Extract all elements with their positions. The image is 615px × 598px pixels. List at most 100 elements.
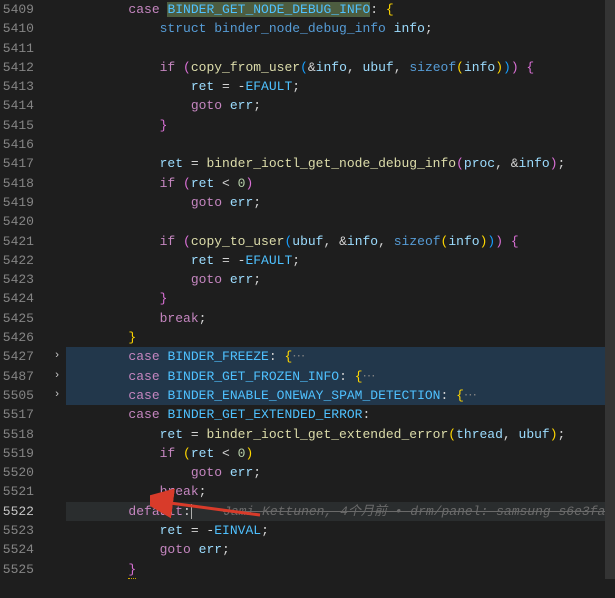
code-line[interactable]: ret = binder_ioctl_get_node_debug_info(p… [66,154,615,173]
fold-spacer [48,540,66,559]
code-token: binder_ioctl_get_extended_error [206,427,448,442]
code-line[interactable]: ret = -EFAULT; [66,77,615,96]
code-token: ⋯ [363,369,376,384]
fold-spacer [48,0,66,19]
code-token: ; [222,542,230,557]
line-number: 5417 [0,154,42,173]
code-token: ( [183,234,191,249]
code-token: thread [456,427,503,442]
code-token: sizeof [409,60,456,75]
code-token: EFAULT [245,79,292,94]
code-line[interactable]: goto err; [66,540,615,559]
code-line[interactable]: break; [66,309,615,328]
line-number: 5410 [0,19,42,38]
fold-spacer [48,289,66,308]
code-line[interactable]: if (copy_from_user(&info, ubuf, sizeof(i… [66,58,615,77]
code-line[interactable]: ret = -EFAULT; [66,251,615,270]
code-line[interactable]: case BINDER_ENABLE_ONEWAY_SPAM_DETECTION… [66,386,615,405]
code-line[interactable]: if (ret < 0) [66,174,615,193]
code-line[interactable]: } [66,328,615,347]
code-token: BINDER_FREEZE [167,349,268,364]
code-token: binder_ioctl_get_node_debug_info [206,156,456,171]
code-line[interactable]: goto err; [66,463,615,482]
code-token: & [308,60,316,75]
code-token: : [339,369,355,384]
code-token: ; [253,465,261,480]
code-token: copy_to_user [191,234,285,249]
code-line[interactable]: case BINDER_GET_NODE_DEBUG_INFO: { [66,0,615,19]
code-token: goto [191,272,230,287]
line-number: 5420 [0,212,42,231]
code-line[interactable]: goto err; [66,270,615,289]
line-number: 5519 [0,444,42,463]
code-token: err [230,195,253,210]
code-token: : [269,349,285,364]
code-line[interactable]: case BINDER_GET_EXTENDED_ERROR: [66,405,615,424]
code-line[interactable]: break; [66,482,615,501]
code-line[interactable] [66,135,615,154]
code-token: binder_node_debug_info [214,21,393,36]
code-token: ret [191,446,214,461]
code-line[interactable]: ret = -EINVAL; [66,521,615,540]
code-line[interactable]: struct binder_node_debug_info info; [66,19,615,38]
fold-spacer [48,39,66,58]
code-line[interactable]: } [66,289,615,308]
code-line[interactable]: } [66,116,615,135]
code-line[interactable]: ret = binder_ioctl_get_extended_error(th… [66,425,615,444]
code-token: ( [300,60,308,75]
code-token: ubuf [519,427,550,442]
code-token: break [160,311,199,326]
fold-gutter[interactable]: ››› [48,0,66,579]
code-token: EFAULT [245,253,292,268]
fold-spacer [48,154,66,173]
line-number: 5425 [0,309,42,328]
code-line[interactable]: if (copy_to_user(ubuf, &info, sizeof(inf… [66,232,615,251]
line-number: 5422 [0,251,42,270]
code-token: : [440,388,456,403]
code-token: { [503,234,519,249]
fold-spacer [48,212,66,231]
code-token [192,504,223,519]
code-token: err [230,98,253,113]
code-token: ) [550,156,558,171]
code-line[interactable]: goto err; [66,193,615,212]
code-line[interactable]: if (ret < 0) [66,444,615,463]
code-token: ; [199,311,207,326]
code-line[interactable] [66,212,615,231]
line-number: 5413 [0,77,42,96]
code-token: { [519,60,535,75]
fold-spacer [48,270,66,289]
code-token: Jami Kettunen, 4个月前 • drm/panel: samsung… [223,504,615,519]
code-line[interactable]: goto err; [66,96,615,115]
fold-spacer [48,463,66,482]
code-token: ⋯ [464,388,477,403]
minimap-thumb[interactable] [605,0,615,579]
code-token: = - [214,79,245,94]
line-number: 5524 [0,540,42,559]
line-number-gutter[interactable]: 5409541054115412541354145415541654175418… [0,0,48,579]
code-line[interactable]: default: Jami Kettunen, 4个月前 • drm/panel… [66,502,615,521]
code-token: ubuf [363,60,394,75]
fold-toggle-icon[interactable]: › [48,386,66,405]
code-token: case [128,369,167,384]
code-token: goto [160,542,199,557]
minimap-scrollbar[interactable] [605,0,615,579]
fold-toggle-icon[interactable]: › [48,367,66,386]
fold-toggle-icon[interactable]: › [48,347,66,366]
code-token: ⋯ [292,349,305,364]
code-token: if [160,234,183,249]
code-area[interactable]: case BINDER_GET_NODE_DEBUG_INFO: { struc… [66,0,615,579]
fold-spacer [48,193,66,212]
code-token: : [362,407,370,422]
code-line[interactable]: case BINDER_GET_FROZEN_INFO: {⋯ [66,367,615,386]
code-token: ( [183,60,191,75]
code-line[interactable] [66,39,615,58]
code-editor[interactable]: 5409541054115412541354145415541654175418… [0,0,615,579]
code-line[interactable]: case BINDER_FREEZE: {⋯ [66,347,615,366]
fold-spacer [48,579,66,598]
line-number: 5412 [0,58,42,77]
code-token: if [160,60,183,75]
code-line[interactable]: } [66,560,615,579]
code-token: ret [191,253,214,268]
code-token: if [160,176,183,191]
